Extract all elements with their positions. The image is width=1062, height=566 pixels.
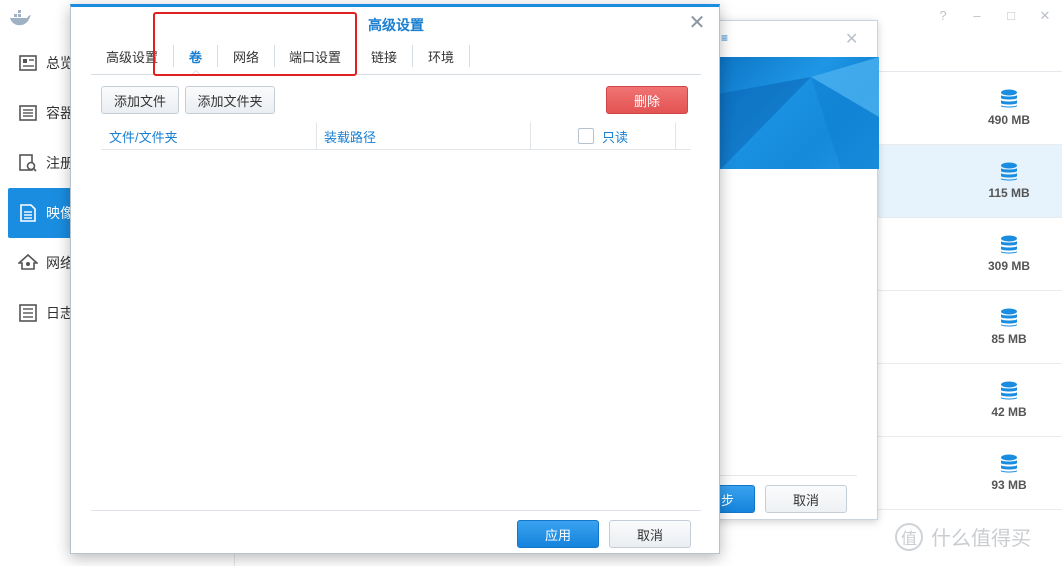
watermark-text: 什么值得买 (931, 528, 1031, 550)
tab-network[interactable]: 网络 (218, 37, 274, 75)
banner-graphic (701, 57, 879, 169)
advanced-settings-dialog: 高级设置 ✕ 高级设置 卷 网络 端口设置 链接 环境 添加文件 添加文件夹 删… (70, 4, 720, 554)
column-divider[interactable] (316, 122, 317, 150)
help-icon[interactable]: ? (936, 8, 950, 24)
container-icon (18, 103, 38, 123)
close-icon[interactable]: ✕ (1038, 8, 1052, 24)
active-tab-caret-icon (189, 70, 202, 76)
database-icon (1001, 235, 1017, 254)
tab-divider (469, 45, 470, 67)
dialog-footer-divider (91, 510, 701, 511)
window-controls: ? – □ ✕ (936, 8, 1052, 24)
create-container-wizard: ≡ ✕ 步 取消 (700, 20, 879, 520)
wizard-titlebar: ≡ ✕ (701, 21, 879, 57)
image-size: 490 MB (987, 113, 1031, 127)
list-item[interactable]: 42 MB (878, 364, 1062, 437)
list-item[interactable]: 309 MB (878, 218, 1062, 291)
column-divider[interactable] (675, 122, 676, 150)
readonly-checkbox[interactable] (578, 128, 594, 144)
list-item[interactable]: 93 MB (878, 437, 1062, 510)
image-icon (18, 203, 38, 223)
wizard-title-fragment: ≡ (721, 31, 729, 45)
image-size: 115 MB (988, 186, 1030, 200)
add-file-button[interactable]: 添加文件 (101, 86, 179, 114)
overview-icon (18, 53, 38, 73)
maximize-icon[interactable]: □ (1004, 8, 1018, 24)
add-folder-button[interactable]: 添加文件夹 (185, 86, 275, 114)
dialog-title: 高级设置 (368, 17, 424, 33)
close-icon[interactable]: ✕ (687, 13, 707, 33)
image-size: 309 MB (987, 259, 1031, 273)
database-icon (1001, 454, 1017, 473)
image-size: 85 MB (991, 332, 1027, 346)
tab-port-settings[interactable]: 端口设置 (275, 37, 355, 75)
wizard-close-icon[interactable]: ✕ (845, 29, 858, 49)
docker-logo-icon (10, 10, 31, 26)
tab-advanced-settings[interactable]: 高级设置 (91, 37, 173, 75)
log-icon (18, 303, 38, 323)
tab-label: 卷 (188, 49, 202, 65)
volume-grid-header: 文件/文件夹 装载路径 只读 (101, 122, 691, 150)
minimize-icon[interactable]: – (970, 8, 984, 24)
tab-environment[interactable]: 环境 (413, 37, 469, 75)
list-item[interactable]: 490 MB (878, 72, 1062, 145)
wizard-banner (701, 57, 879, 169)
tab-links[interactable]: 链接 (356, 37, 412, 75)
tab-volume[interactable]: 卷 (174, 37, 217, 76)
database-icon (1001, 381, 1017, 400)
column-header-mount-path[interactable]: 装载路径 (324, 122, 376, 150)
list-item[interactable]: 115 MB (878, 145, 1062, 218)
image-list-header (878, 36, 1062, 72)
column-header-file-folder[interactable]: 文件/文件夹 (109, 122, 178, 150)
wizard-cancel-button[interactable]: 取消 (765, 485, 847, 513)
image-size: 93 MB (991, 478, 1027, 492)
readonly-label: 只读 (602, 129, 629, 145)
image-size: 42 MB (991, 405, 1027, 419)
delete-button[interactable]: 删除 (606, 86, 688, 114)
column-header-readonly[interactable]: 只读 (578, 122, 628, 150)
watermark: 值 什么值得买 (895, 522, 1031, 551)
image-list: 490 MB 115 MB 309 MB 85 MB 42 MB 93 MB (878, 72, 1062, 512)
watermark-logo: 值 (895, 522, 923, 551)
column-divider[interactable] (530, 122, 531, 150)
apply-button[interactable]: 应用 (517, 520, 599, 548)
database-icon (1001, 162, 1017, 181)
network-icon (18, 253, 38, 273)
list-item[interactable]: 85 MB (878, 291, 1062, 364)
database-icon (1001, 89, 1017, 108)
wizard-footer-divider (701, 475, 857, 476)
database-icon (1001, 308, 1017, 327)
cancel-button[interactable]: 取消 (609, 520, 691, 548)
registry-icon (18, 153, 38, 173)
tab-bar: 高级设置 卷 网络 端口设置 链接 环境 (91, 37, 701, 76)
